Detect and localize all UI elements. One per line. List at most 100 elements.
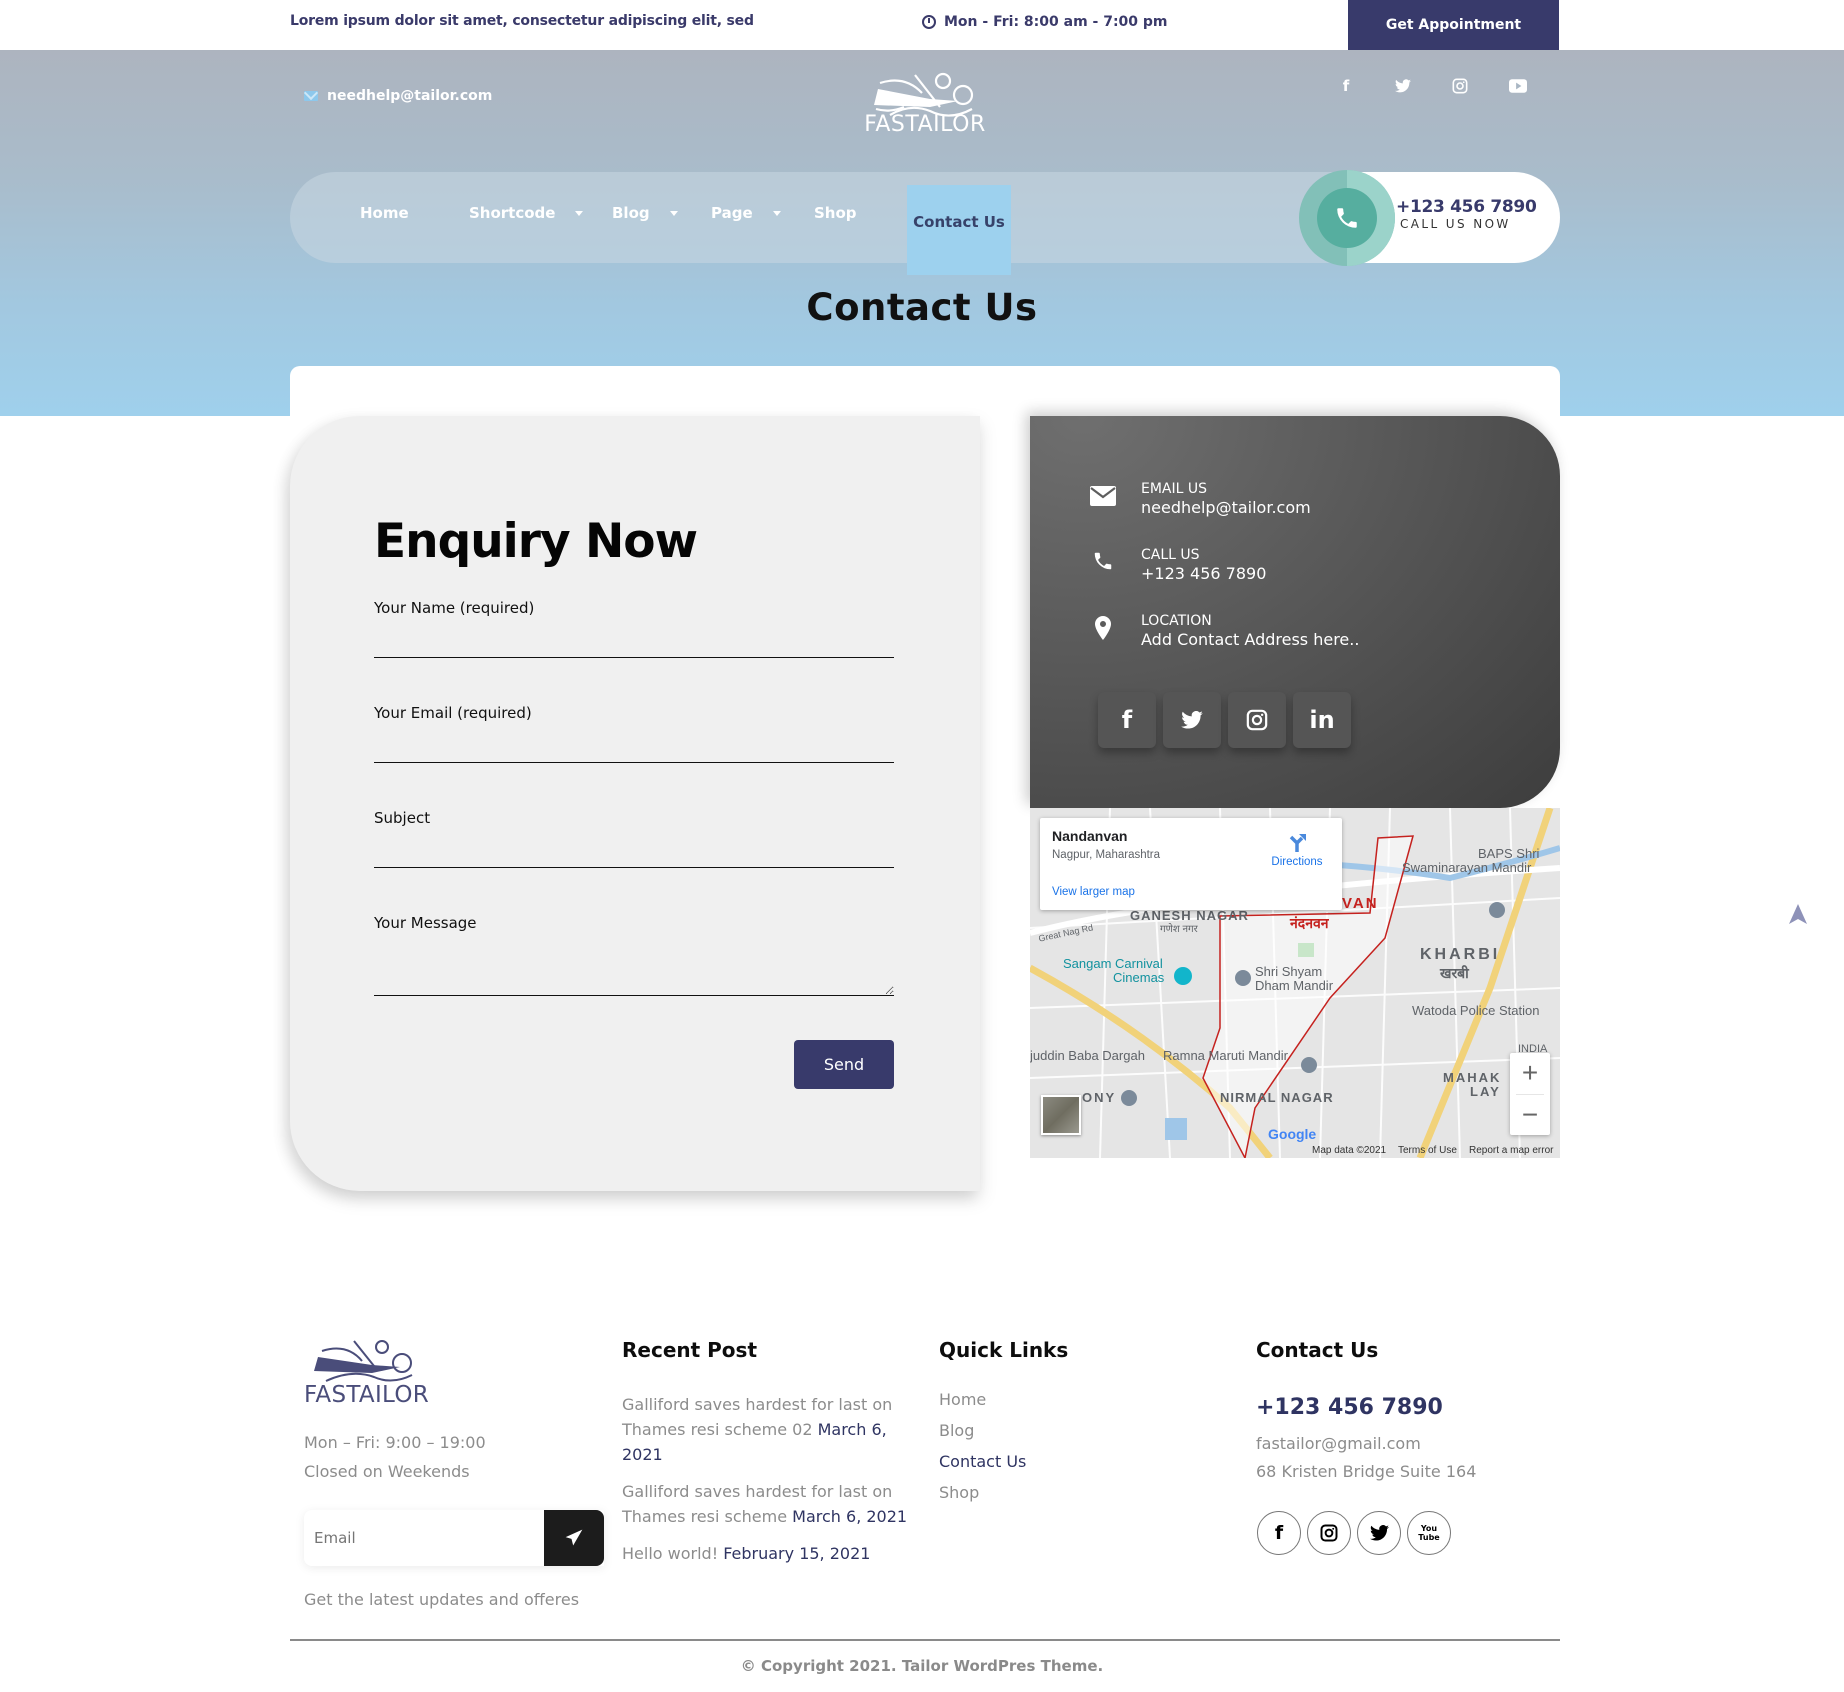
recent-post-2[interactable]: Galliford saves hardest for last on Tham… <box>622 1479 922 1529</box>
view-larger-map-link[interactable]: View larger map <box>1052 886 1135 898</box>
nav-shortcode-label: Shortcode <box>469 204 556 222</box>
business-hours: Mon - Fri: 8:00 am - 7:00 pm <box>922 14 1168 30</box>
footer-link-home[interactable]: Home <box>939 1390 986 1409</box>
subject-input[interactable] <box>374 832 894 868</box>
info-linkedin-button[interactable]: in <box>1293 692 1351 748</box>
map-label: LAY <box>1470 1084 1501 1099</box>
quick-links-heading: Quick Links <box>939 1338 1069 1362</box>
info-location-heading: LOCATION <box>1141 613 1212 629</box>
post-title[interactable]: Thames resi scheme <box>622 1507 787 1526</box>
post-title[interactable]: Hello world! <box>622 1544 718 1563</box>
call-label: CALL US NOW <box>1400 217 1511 231</box>
map-report-link[interactable]: Report a map error <box>1469 1145 1555 1156</box>
recent-post-3[interactable]: Hello world! February 15, 2021 <box>622 1541 922 1566</box>
nav-shop-label: Shop <box>814 204 857 222</box>
nav-blog-label: Blog <box>612 204 650 222</box>
send-button[interactable]: Send <box>794 1040 894 1089</box>
facebook-icon: f <box>1274 1522 1284 1544</box>
footer-address: 68 Kristen Bridge Suite 164 <box>1256 1462 1477 1481</box>
footer-hours: Mon – Fri: 9:00 – 19:00 <box>304 1433 486 1452</box>
arrow-up-icon <box>1789 904 1807 924</box>
linkedin-icon: in <box>1309 706 1335 734</box>
info-email-heading: EMAIL US <box>1141 481 1208 497</box>
map-label: Swaminarayan Mandir <box>1402 860 1532 875</box>
call-number[interactable]: +123 456 7890 <box>1396 197 1537 217</box>
nav-shop[interactable]: Shop <box>814 204 857 222</box>
location-pin-icon <box>1088 613 1118 643</box>
phone-icon <box>1337 208 1357 228</box>
twitter-icon <box>1369 1525 1389 1541</box>
info-facebook-button[interactable]: f <box>1098 692 1156 748</box>
map-data-text: Map data ©2021 <box>1312 1145 1387 1156</box>
map-label: Dham Mandir <box>1255 978 1334 993</box>
map-terms-link[interactable]: Terms of Use <box>1398 1145 1457 1156</box>
facebook-glyph: f <box>1342 77 1350 95</box>
info-instagram-button[interactable] <box>1228 692 1286 748</box>
footer-facebook-button[interactable]: f <box>1257 1511 1301 1555</box>
footer-logo-text[interactable]: FASTAILOR <box>304 1382 429 1408</box>
nav-shortcode[interactable]: Shortcode <box>469 204 584 222</box>
map-label: ONY <box>1082 1090 1117 1105</box>
info-call-value[interactable]: +123 456 7890 <box>1141 564 1266 583</box>
post-title[interactable]: Thames resi scheme 02 <box>622 1420 813 1439</box>
subscribe-email-input[interactable] <box>304 1510 544 1566</box>
directions-icon[interactable] <box>1287 832 1307 852</box>
map-label: Ramna Maruti Mandir <box>1163 1048 1288 1063</box>
footer-email[interactable]: fastailor@gmail.com <box>1256 1434 1421 1453</box>
map-place-name: Nandanvan <box>1052 828 1128 844</box>
instagram-icon <box>1320 1524 1338 1542</box>
post-date: 2021 <box>622 1445 663 1464</box>
post-date: March 6, 2021 <box>792 1507 908 1526</box>
footer-youtube-button[interactable]: You Tube <box>1407 1511 1451 1555</box>
envelope-icon <box>1088 481 1118 511</box>
nav-page[interactable]: Page <box>711 204 781 222</box>
scroll-to-top-button[interactable] <box>1786 902 1810 926</box>
subscribe-note: Get the latest updates and offeres <box>304 1590 580 1609</box>
info-email-value[interactable]: needhelp@tailor.com <box>1141 498 1311 517</box>
header-email[interactable]: needhelp@tailor.com <box>304 88 492 104</box>
footer-link-shop[interactable]: Shop <box>939 1483 979 1502</box>
nav-blog[interactable]: Blog <box>612 204 678 222</box>
directions-link[interactable]: Directions <box>1262 856 1332 868</box>
post-title[interactable]: Galliford saves hardest for last on <box>622 1395 892 1414</box>
nav-contact-us[interactable]: Contact Us <box>907 185 1011 275</box>
logo-text[interactable]: FASTAILOR <box>860 112 990 137</box>
header-instagram-icon[interactable] <box>1448 74 1472 98</box>
nav-home[interactable]: Home <box>360 204 409 222</box>
header-twitter-icon[interactable] <box>1391 74 1415 98</box>
message-textarea[interactable] <box>374 926 894 996</box>
map-zoom-controls: + − <box>1510 1053 1550 1135</box>
zoom-in-button[interactable]: + <box>1510 1053 1550 1093</box>
map-label: BAPS Shri <box>1478 846 1540 861</box>
get-appointment-button[interactable]: Get Appointment <box>1348 0 1559 50</box>
map-label: गणेश नगर <box>1160 924 1198 935</box>
header-facebook-icon[interactable]: f <box>1334 74 1358 98</box>
nav-home-label: Home <box>360 204 409 222</box>
footer-instagram-button[interactable] <box>1307 1511 1351 1555</box>
footer-phone[interactable]: +123 456 7890 <box>1256 1395 1443 1420</box>
footer-twitter-button[interactable] <box>1357 1511 1401 1555</box>
twitter-icon <box>1181 711 1203 729</box>
header-youtube-icon[interactable] <box>1506 74 1530 98</box>
subscribe-button[interactable] <box>544 1510 604 1566</box>
post-date: March 6, <box>817 1420 887 1439</box>
enquiry-title: Enquiry Now <box>374 514 698 569</box>
footer-link-blog[interactable]: Blog <box>939 1421 974 1440</box>
map-label: KHARBI <box>1420 946 1501 963</box>
footer-link-contact-us[interactable]: Contact Us <box>939 1452 1026 1471</box>
zoom-out-button[interactable]: − <box>1510 1095 1550 1135</box>
info-call-heading: CALL US <box>1141 547 1200 563</box>
recent-post-1[interactable]: Galliford saves hardest for last on Tham… <box>622 1392 912 1467</box>
info-twitter-button[interactable] <box>1163 692 1221 748</box>
phone-icon <box>1088 546 1118 576</box>
contact-info-panel <box>1030 416 1560 808</box>
map-label: Watoda Police Station <box>1412 1003 1540 1018</box>
phone-call-button[interactable] <box>1317 188 1377 248</box>
satellite-toggle[interactable] <box>1041 1095 1081 1135</box>
name-input[interactable] <box>374 622 894 658</box>
email-input[interactable] <box>374 727 894 763</box>
chevron-down-icon <box>575 210 584 216</box>
post-title[interactable]: Galliford saves hardest for last on <box>622 1482 892 1501</box>
footer-divider <box>290 1639 1560 1641</box>
content-card <box>290 366 1560 416</box>
